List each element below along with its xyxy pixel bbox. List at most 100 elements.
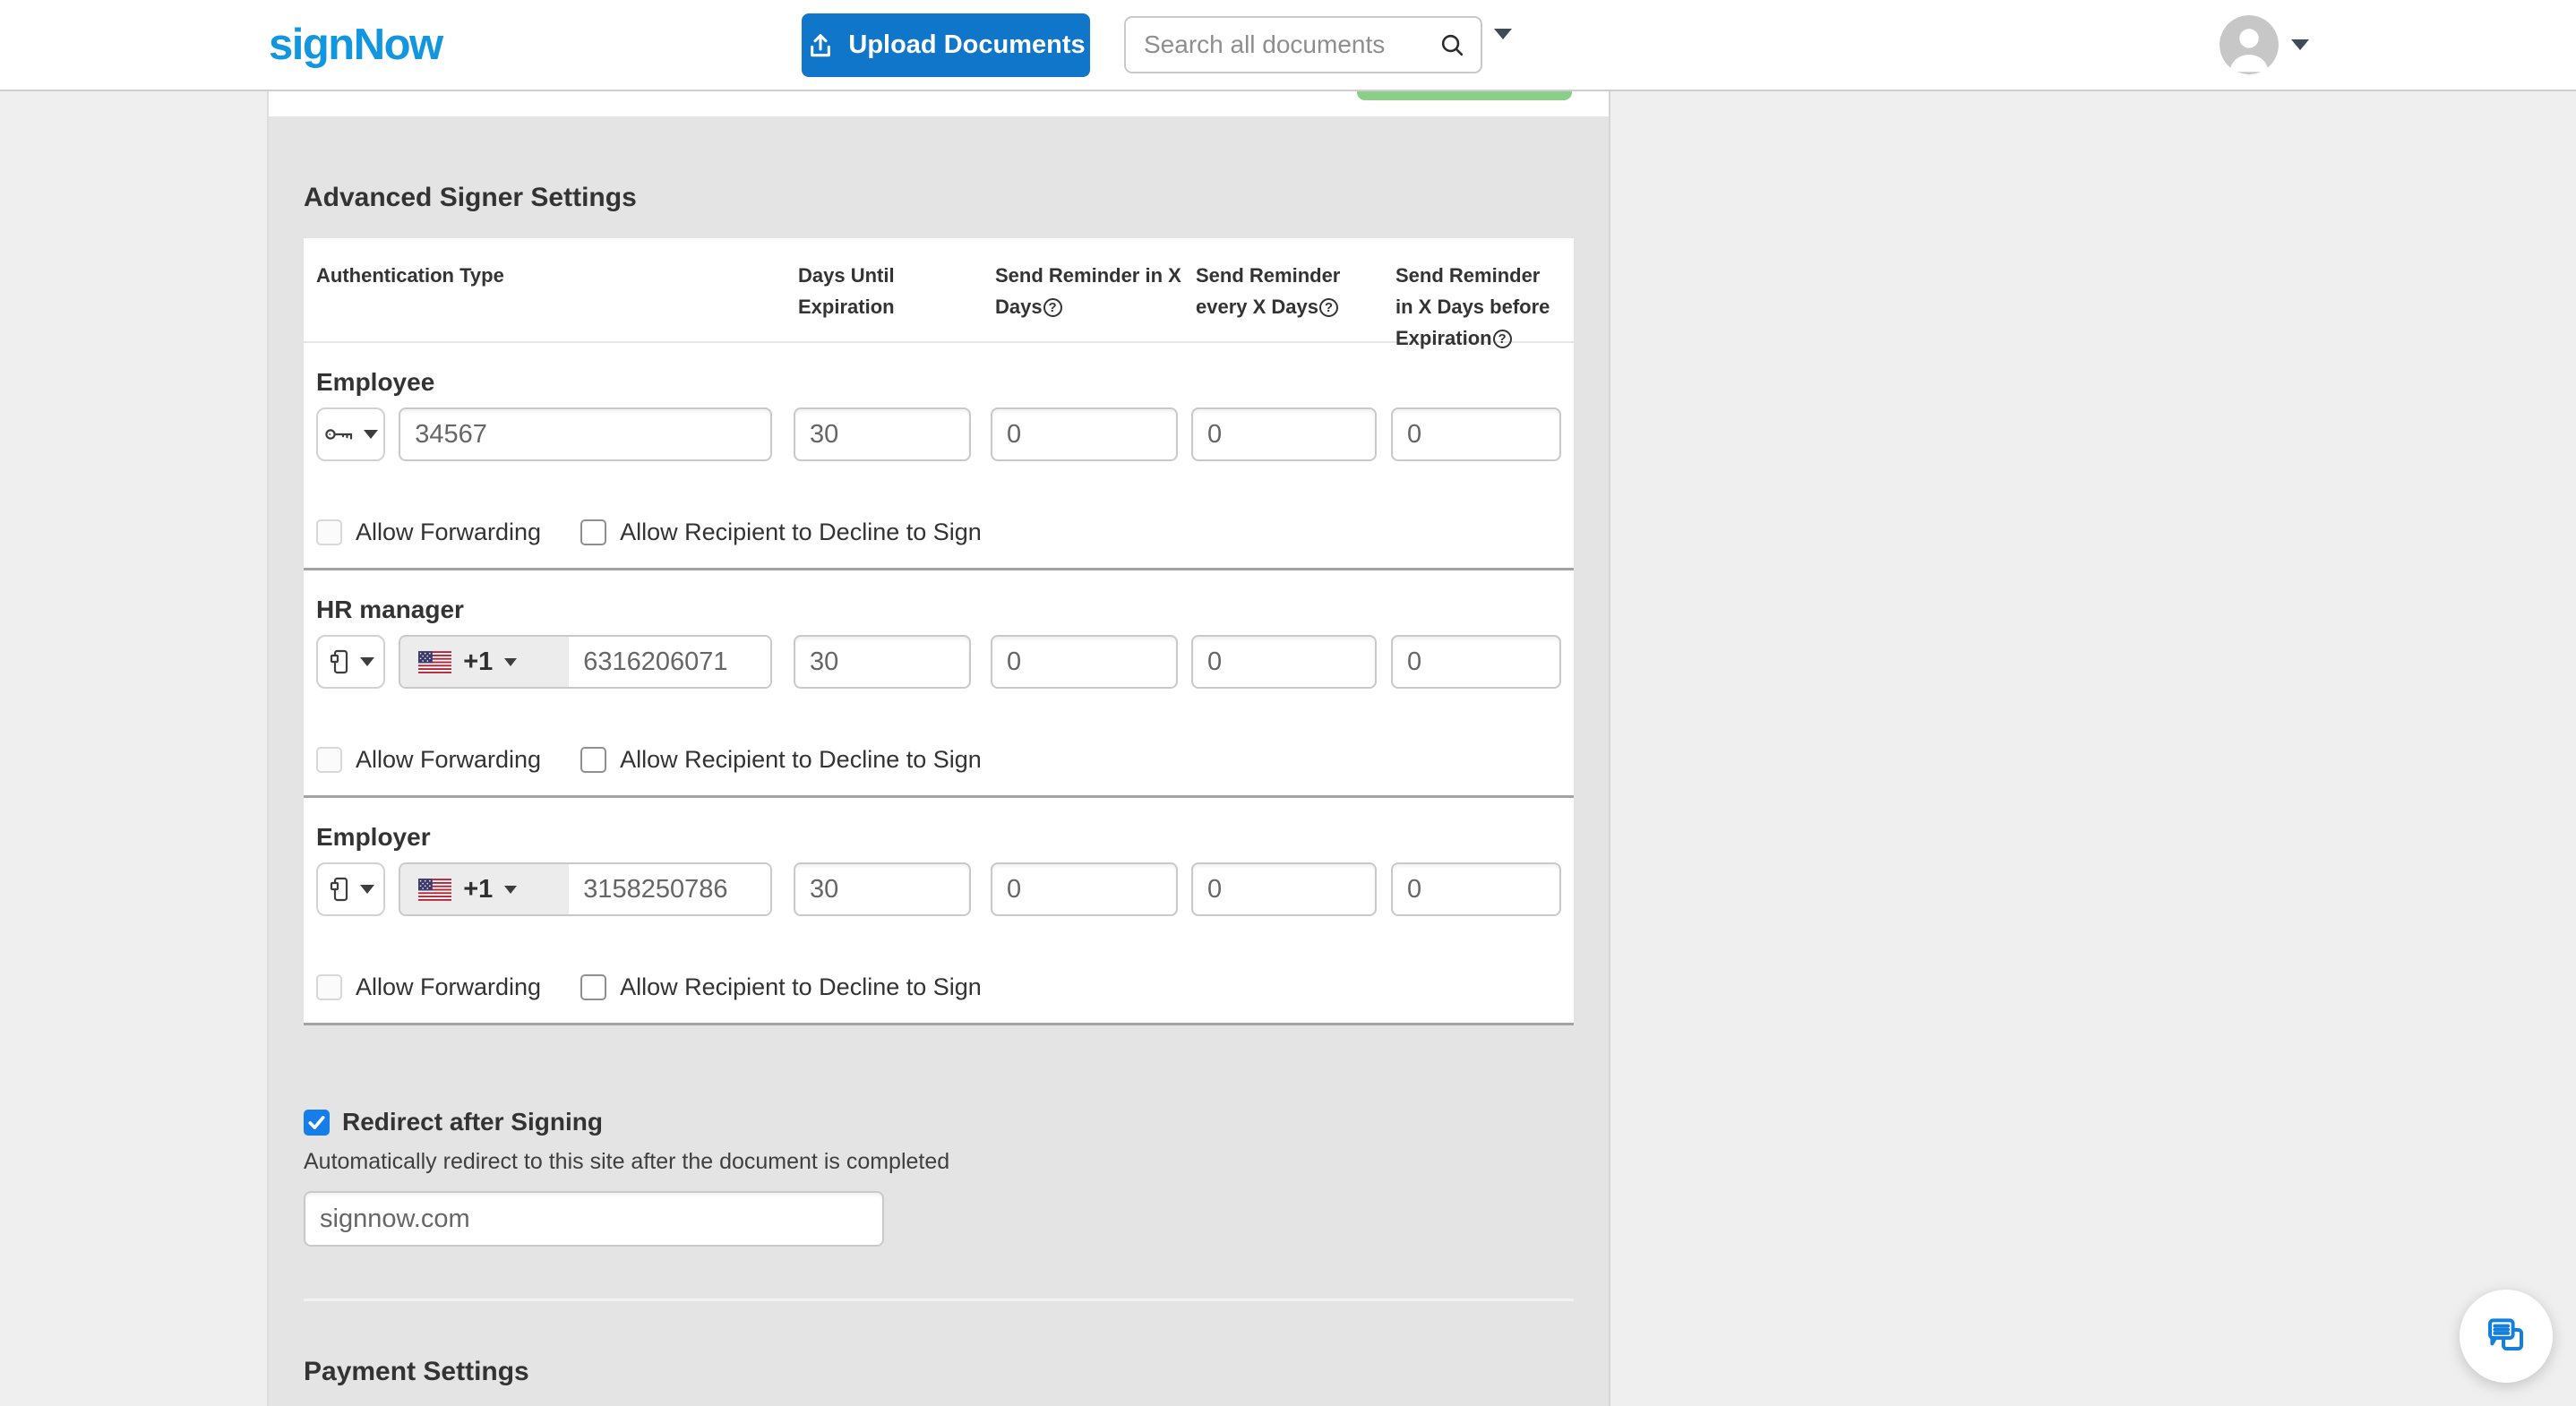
signer-settings-table: Authentication Type Days Until Expiratio… — [304, 238, 1574, 1025]
search-scope-dropdown[interactable] — [1494, 29, 1512, 53]
signer-controls: +1 — [316, 635, 1561, 689]
help-icon[interactable]: ? — [1043, 298, 1062, 317]
signer-options: Allow Forwarding Allow Recipient to Decl… — [316, 519, 1561, 546]
phone-input-group: +1 — [399, 635, 772, 689]
allow-decline-checkbox[interactable] — [580, 519, 607, 545]
allow-forwarding-label: Allow Forwarding — [356, 519, 542, 545]
signnow-logo[interactable]: signNow — [269, 20, 443, 70]
send-reminder-before-expiration-input[interactable] — [1391, 635, 1561, 689]
send-reminder-every-x-days-input[interactable] — [1191, 635, 1377, 689]
signer-name: Employee — [316, 368, 435, 396]
mobile-phone-icon — [328, 876, 351, 903]
search-box — [1124, 16, 1482, 73]
signer-options: Allow Forwarding Allow Recipient to Decl… — [316, 973, 1561, 1001]
col-label: Send Reminder in X Days before Expiratio… — [1395, 264, 1550, 349]
settings-panel: Advanced Signer Settings Authentication … — [269, 116, 1609, 1406]
allow-decline-checkbox[interactable] — [580, 974, 607, 1000]
signer-name: Employer — [316, 823, 431, 851]
partially-visible-green-button[interactable] — [1357, 91, 1572, 100]
upload-documents-button[interactable]: Upload Documents — [802, 13, 1090, 77]
signer-controls — [316, 407, 1561, 461]
send-reminder-in-x-days-input[interactable] — [991, 635, 1178, 689]
search-input[interactable] — [1126, 30, 1435, 59]
auth-value-input[interactable] — [399, 407, 772, 461]
page: signNow Upload Documents Search all docu… — [0, 0, 2576, 1406]
country-code-dropdown[interactable]: +1 — [400, 864, 570, 914]
payment-settings-title: Payment Settings — [304, 1357, 529, 1386]
col-days-until-expiration: Days Until Expiration — [798, 264, 895, 318]
allow-decline-checkbox[interactable] — [580, 747, 607, 773]
help-icon[interactable]: ? — [1492, 330, 1512, 348]
redirect-helper-text: Automatically redirect to this site afte… — [304, 1149, 950, 1174]
avatar — [2220, 15, 2279, 74]
col-label: Send Reminder in X Days — [995, 264, 1181, 318]
upload-icon — [806, 31, 835, 60]
send-reminder-every-x-days-input[interactable] — [1191, 862, 1377, 916]
send-reminder-every-x-days-input[interactable] — [1191, 407, 1377, 461]
search-icon — [1438, 31, 1466, 59]
dial-code: +1 — [463, 874, 494, 904]
allow-forwarding-checkbox[interactable] — [316, 747, 342, 773]
send-reminder-before-expiration-input[interactable] — [1391, 862, 1561, 916]
chevron-down-icon — [2291, 39, 2309, 50]
days-until-expiration-input[interactable] — [794, 862, 971, 916]
send-reminder-in-x-days-input[interactable] — [991, 407, 1178, 461]
dial-code: +1 — [463, 647, 494, 676]
allow-forwarding-checkbox[interactable] — [316, 974, 342, 1000]
us-flag-icon — [418, 878, 452, 901]
signer-row-employee: Employee 34567 30 0 0 0 Allow Forwarding… — [304, 343, 1574, 568]
advanced-signer-settings-title: Advanced Signer Settings — [304, 183, 637, 212]
col-send-reminder-every-x-days: Send Reminder every X Days? — [1196, 260, 1395, 341]
chevron-down-icon — [504, 885, 518, 894]
allow-decline-label: Allow Recipient to Decline to Sign — [620, 746, 982, 773]
days-until-expiration-input[interactable] — [794, 407, 971, 461]
phone-number-input[interactable] — [569, 637, 770, 687]
signer-options: Allow Forwarding Allow Recipient to Decl… — [316, 746, 1561, 774]
content-top-strip — [269, 91, 1609, 116]
allow-forwarding-checkbox[interactable] — [316, 519, 342, 545]
us-flag-icon — [418, 650, 452, 673]
signer-row-hr-manager: HR manager +1 6316206071 30 0 0 0 Allow … — [304, 568, 1574, 795]
table-header-row: Authentication Type Days Until Expiratio… — [304, 238, 1574, 349]
auth-type-dropdown[interactable] — [316, 635, 386, 689]
redirect-after-signing-label: Redirect after Signing — [342, 1108, 603, 1136]
account-menu-button[interactable] — [2220, 15, 2309, 74]
checkmark-icon — [306, 1112, 327, 1133]
chevron-down-icon — [359, 885, 374, 894]
send-reminder-before-expiration-input[interactable] — [1391, 407, 1561, 461]
phone-number-input[interactable] — [569, 864, 770, 914]
redirect-after-signing-checkbox[interactable] — [304, 1109, 330, 1136]
signer-name: HR manager — [316, 596, 464, 623]
allow-forwarding-label: Allow Forwarding — [356, 746, 542, 773]
section-divider — [304, 1299, 1574, 1301]
auth-type-dropdown[interactable] — [316, 407, 386, 461]
key-icon — [324, 424, 355, 445]
col-send-reminder-in-x-days: Send Reminder in X Days? — [995, 260, 1196, 341]
redirect-after-signing-row: Redirect after Signing — [304, 1108, 1574, 1136]
live-chat-button[interactable] — [2460, 1290, 2553, 1383]
auth-type-dropdown[interactable] — [316, 862, 386, 916]
signer-controls: +1 — [316, 862, 1561, 916]
allow-decline-label: Allow Recipient to Decline to Sign — [620, 973, 982, 1000]
chevron-down-icon — [504, 657, 518, 666]
signer-row-employer: Employer +1 3158250786 30 0 0 0 Allow Fo… — [304, 795, 1574, 1023]
content-column: Advanced Signer Settings Authentication … — [267, 91, 1610, 1406]
col-label: Send Reminder every X Days — [1196, 264, 1341, 318]
chevron-down-icon — [359, 657, 374, 666]
chevron-down-icon — [363, 430, 378, 439]
days-until-expiration-input[interactable] — [794, 635, 971, 689]
country-code-dropdown[interactable]: +1 — [400, 637, 570, 687]
allow-forwarding-label: Allow Forwarding — [356, 973, 542, 1000]
phone-input-group: +1 — [399, 862, 772, 916]
chat-bubbles-icon — [2485, 1315, 2528, 1358]
header-bar: signNow Upload Documents — [0, 0, 2576, 91]
redirect-url-input[interactable] — [304, 1191, 884, 1247]
help-icon[interactable]: ? — [1319, 298, 1338, 317]
col-send-reminder-before-expiration: Send Reminder in X Days before Expiratio… — [1395, 260, 1561, 349]
mobile-phone-icon — [328, 648, 351, 675]
chevron-down-icon — [1494, 29, 1512, 53]
allow-decline-label: Allow Recipient to Decline to Sign — [620, 519, 982, 545]
send-reminder-in-x-days-input[interactable] — [991, 862, 1178, 916]
search-button[interactable] — [1435, 31, 1481, 59]
upload-button-label: Upload Documents — [848, 30, 1086, 59]
